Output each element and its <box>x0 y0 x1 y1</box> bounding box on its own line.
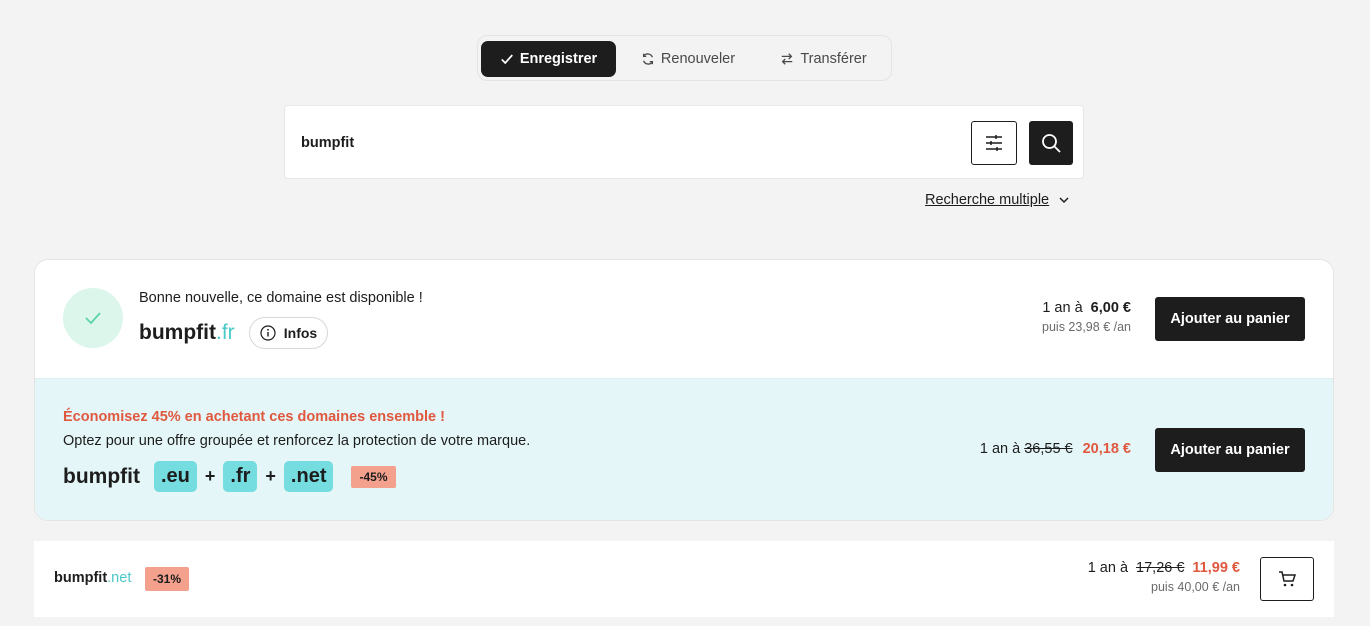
new-price: 11,99 € <box>1192 560 1240 576</box>
add-to-cart-icon-button[interactable] <box>1260 557 1314 601</box>
discount-badge: -45% <box>351 465 396 488</box>
check-icon <box>500 54 513 65</box>
transfer-icon <box>782 53 793 65</box>
available-check-badge <box>63 288 123 348</box>
new-price: 20,18 € <box>1082 441 1131 457</box>
search-button[interactable] <box>1029 121 1073 165</box>
check-icon <box>85 312 101 325</box>
tab-label: Enregistrer <box>519 51 598 67</box>
plus-sign: + <box>265 466 276 486</box>
price-value: 6,00 € <box>1090 300 1131 316</box>
old-price: 36,55 € <box>1024 441 1073 457</box>
domain-name: bumpfit.net <box>54 570 131 586</box>
sliders-icon <box>986 135 1002 151</box>
domain-sld: bumpfit <box>54 570 108 586</box>
bundle-title: Économisez 45% en achetant ces domaines … <box>63 409 445 425</box>
refresh-icon <box>642 53 653 65</box>
old-price: 17,26 € <box>1136 560 1185 576</box>
multi-search-toggle[interactable]: Recherche multiple <box>925 192 1069 208</box>
bundle-price: 1 an à 36,55 € 20,18 € <box>980 441 1131 457</box>
bundle-domains: bumpfit .eu + .fr + .net -45% <box>63 461 396 492</box>
add-to-cart-button[interactable]: Ajouter au panier <box>1155 297 1305 341</box>
bundle-offer: Économisez 45% en achetant ces domaines … <box>35 378 1333 520</box>
price-prefix: 1 an à 36,55 € <box>979 441 1073 457</box>
multi-search-label: Recherche multiple <box>925 192 1050 208</box>
infos-button[interactable]: Infos <box>249 317 328 349</box>
renewal-price: puis 23,98 € /an <box>1042 320 1131 334</box>
discount-badge: -31% <box>145 567 190 591</box>
cart-icon <box>1279 571 1296 587</box>
tab-transferer[interactable]: Transférer <box>766 41 881 77</box>
infos-label: Infos <box>283 325 318 341</box>
tab-renouveler[interactable]: Renouveler <box>628 41 748 77</box>
domain-sld: bumpfit <box>139 321 216 344</box>
chevron-down-icon <box>1059 197 1069 204</box>
price-block: 1 an à 17,26 € 11,99 € puis 40,00 € /an <box>1088 560 1240 594</box>
search-icon <box>1042 134 1061 153</box>
bundle-tld-chip: .eu <box>153 461 197 492</box>
domain-tld: .net <box>107 570 132 586</box>
plus-sign: + <box>204 466 216 486</box>
bundle-tld-chip: .fr <box>223 461 258 492</box>
result-card: Bonne nouvelle, ce domaine est disponibl… <box>34 259 1334 521</box>
price-prefix: 1 an à <box>1042 300 1083 316</box>
bundle-subtitle: Optez pour une offre groupée et renforce… <box>63 433 531 449</box>
add-bundle-to-cart-button[interactable]: Ajouter au panier <box>1155 428 1305 472</box>
search-box <box>284 105 1084 179</box>
tab-label: Transférer <box>800 51 867 67</box>
info-icon <box>260 325 276 341</box>
filter-button[interactable] <box>971 121 1017 165</box>
alt-domain-row: bumpfit.net -31% 1 an à 17,26 € 11,99 € … <box>34 541 1334 617</box>
available-domain-row: Bonne nouvelle, ce domaine est disponibl… <box>35 260 1333 378</box>
price-block: 1 an à 6,00 € puis 23,98 € /an <box>1042 300 1131 334</box>
search-input[interactable] <box>301 128 901 158</box>
tab-enregistrer[interactable]: Enregistrer <box>481 41 616 77</box>
availability-message: Bonne nouvelle, ce domaine est disponibl… <box>139 290 423 306</box>
domain-tld: .fr <box>215 321 235 344</box>
bundle-tld-chip: .net <box>283 461 334 492</box>
bundle-name: bumpfit <box>63 464 140 488</box>
price-prefix: 1 an à <box>1087 560 1129 576</box>
domain-name: bumpfit.fr <box>139 321 235 345</box>
action-tabs: Enregistrer Renouveler Transférer <box>477 35 892 81</box>
renewal-price: puis 40,00 € /an <box>1151 580 1240 594</box>
tab-label: Renouveler <box>660 51 736 67</box>
